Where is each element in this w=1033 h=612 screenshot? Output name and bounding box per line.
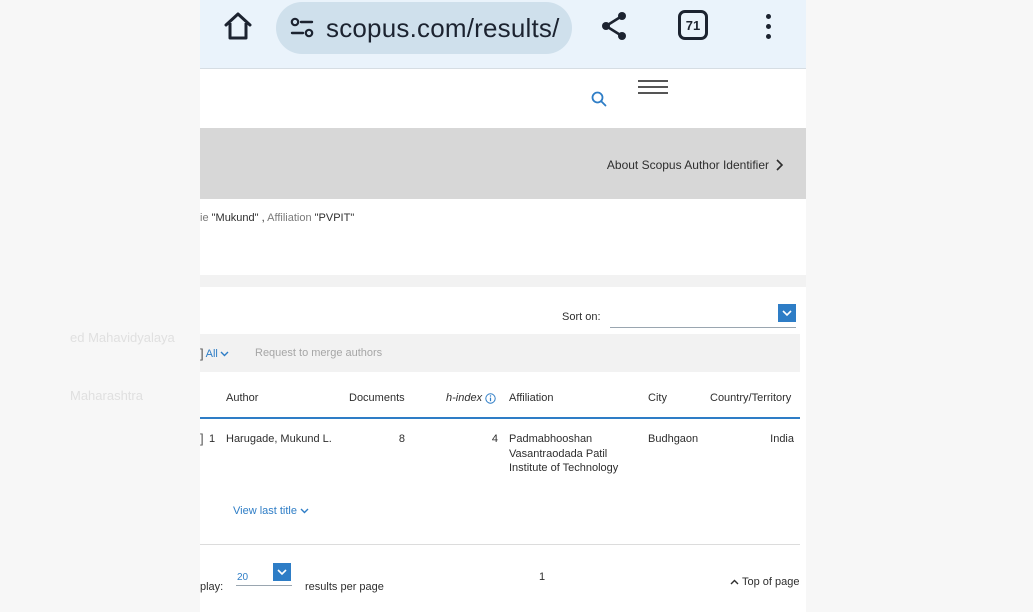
page-banner: About Scopus Author Identifier <box>200 128 806 199</box>
hamburger-menu-icon[interactable] <box>638 80 668 94</box>
chevron-down-icon <box>277 568 287 575</box>
author-name-link[interactable]: Harugade, Mukund L. <box>226 432 332 447</box>
results-per-page-select[interactable]: 20 <box>237 572 248 583</box>
h-index-value: 4 <box>491 433 498 445</box>
affiliation-line: Vasantraodada Patil <box>509 447 608 460</box>
more-vert-icon[interactable] <box>756 6 780 46</box>
sort-label: Sort on: <box>562 311 601 323</box>
about-link-label: About Scopus Author Identifier <box>606 158 769 172</box>
query-name-value: "Mukund" <box>211 212 259 224</box>
pagination-current-page[interactable]: 1 <box>539 571 545 583</box>
info-icon[interactable] <box>485 392 496 404</box>
about-author-identifier-link[interactable]: About Scopus Author Identifier <box>607 158 784 172</box>
chevron-down-icon <box>782 309 792 316</box>
home-icon <box>224 12 252 40</box>
country-value: India <box>770 433 794 445</box>
footer-divider <box>200 544 800 545</box>
results-toolbar: ] All Request to merge authors <box>200 334 800 372</box>
section-divider <box>200 275 806 287</box>
query-affiliation-value: "PVPIT" <box>314 212 355 224</box>
share-button[interactable] <box>596 6 632 46</box>
affiliation-line: Padmabhooshan <box>509 433 593 445</box>
display-label: play: <box>200 581 224 593</box>
query-separator: , <box>258 212 268 224</box>
column-header-h-index[interactable]: h-index <box>446 392 496 404</box>
results-per-page-underline <box>236 585 292 586</box>
tab-count: 71 <box>685 17 701 33</box>
request-merge-authors-link[interactable]: Request to merge authors <box>255 347 382 359</box>
chevron-down-icon <box>220 351 229 356</box>
url-text[interactable]: scopus.com/results/ <box>326 13 560 44</box>
blurred-background-text: ed Mahavidyalaya <box>70 330 175 345</box>
browser-toolbar: scopus.com/results/ 71 <box>200 0 806 69</box>
site-settings-icon[interactable] <box>290 17 314 39</box>
results-per-page-dropdown-button[interactable] <box>273 563 291 581</box>
column-header-city[interactable]: City <box>648 392 667 404</box>
h-index-label: h-index <box>446 392 483 404</box>
sort-dropdown-button[interactable] <box>778 304 796 322</box>
row-checkbox[interactable]: ] <box>200 431 204 448</box>
background-left: ed Mahavidyalaya Maharashtra <box>0 0 200 612</box>
view-last-title-toggle[interactable]: View last title <box>233 505 309 517</box>
sort-select[interactable] <box>610 304 796 328</box>
chevron-down-icon <box>300 508 309 514</box>
tabs-button[interactable]: 71 <box>678 10 708 40</box>
select-all-toggle[interactable]: ] All <box>200 346 229 361</box>
affiliation-line: Institute of Technology <box>509 462 619 474</box>
affiliation-cell: Padmabhooshan Vasantraodada Patil Instit… <box>509 432 639 476</box>
select-all-label[interactable]: All <box>206 348 218 360</box>
address-bar[interactable]: scopus.com/results/ <box>276 2 572 54</box>
column-header-author[interactable]: Author <box>226 392 258 404</box>
search-query-summary: ie "Mukund" , Affiliation "PVPIT" <box>200 212 354 224</box>
documents-count[interactable]: 8 <box>380 432 405 447</box>
site-header <box>200 70 806 128</box>
results-per-page-label: results per page <box>305 581 384 593</box>
city-value: Budhgaon <box>648 433 699 445</box>
column-header-country[interactable]: Country/Territory <box>710 392 791 404</box>
chevron-right-icon <box>776 159 784 171</box>
table-header-divider <box>200 417 800 419</box>
blurred-background-text: Maharashtra <box>70 388 143 403</box>
phone-screen: scopus.com/results/ 71 About Scopus Auth… <box>200 0 806 612</box>
query-affiliation-label: Affiliation <box>267 212 315 224</box>
column-header-affiliation[interactable]: Affiliation <box>509 392 553 404</box>
row-index: 1 <box>209 433 216 445</box>
column-header-documents[interactable]: Documents <box>349 392 405 404</box>
background-right <box>806 0 1033 612</box>
select-all-checkbox[interactable]: ] <box>200 346 204 361</box>
top-of-page-link[interactable]: Top of page <box>730 576 800 588</box>
view-last-title-label: View last title <box>233 505 297 517</box>
chevron-up-icon <box>730 579 739 585</box>
top-of-page-label: Top of page <box>742 576 800 588</box>
query-prefix: ie <box>200 212 212 224</box>
share-icon <box>602 12 626 40</box>
home-button[interactable] <box>220 6 256 46</box>
search-icon[interactable] <box>590 90 608 108</box>
